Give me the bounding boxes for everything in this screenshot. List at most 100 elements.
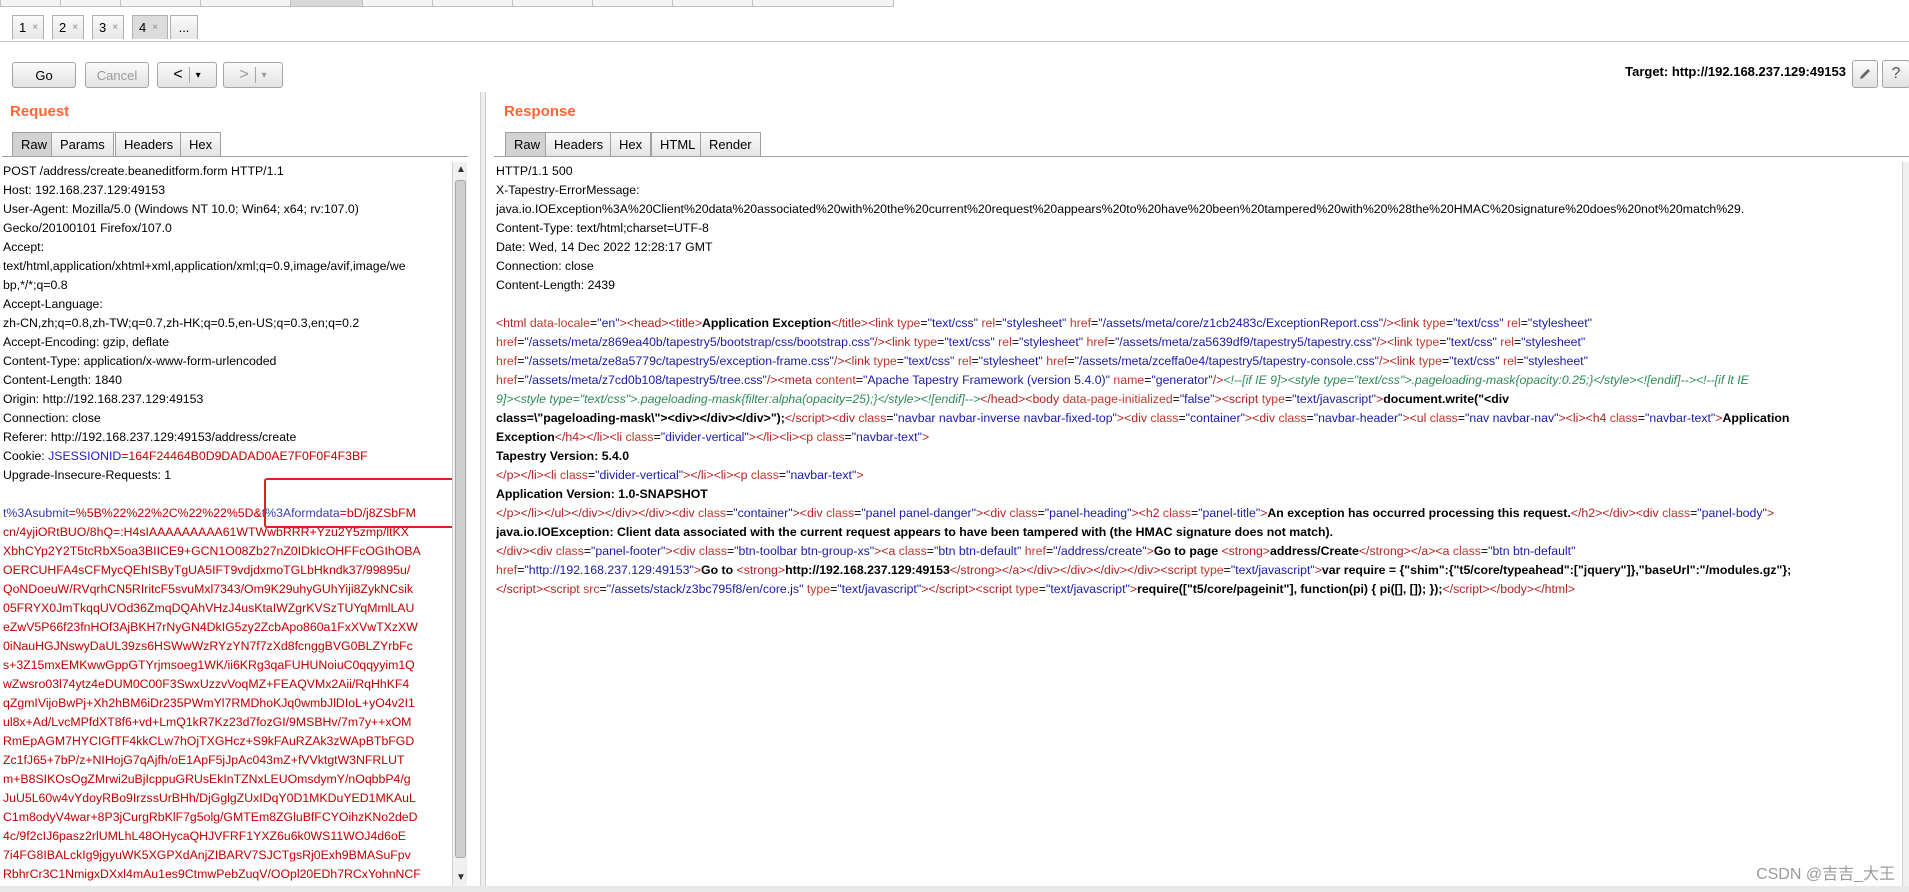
html-line-8: </p></li><li class="divider-vertical"></… [496,468,864,482]
tab-label: 1 [19,20,27,35]
close-icon[interactable]: × [32,22,38,33]
tab-3[interactable]: 3 × [92,15,124,39]
tab-headers[interactable]: Headers [115,132,183,156]
request-body-line: Zc1fJ65+7bP/z+NIHojG7qAjfh/oE1ApF5jJpAc0… [3,753,405,767]
target-label: Target: http://192.168.237.129:49153 [1625,64,1846,79]
top-tab-11[interactable] [752,0,894,7]
scroll-thumb[interactable] [455,180,466,858]
request-line: text/html,application/xhtml+xml,applicat… [3,259,406,273]
forward-arrow-icon: > [239,66,249,83]
top-tab-10[interactable] [672,0,754,7]
bottom-strip [0,886,1909,892]
tab-label: ... [178,20,190,35]
chevron-down-icon: ▾ [195,69,201,81]
go-button[interactable]: Go [12,62,76,88]
cookie-line: Cookie: JSESSIONID=164F24464B0D9DADAD0AE… [3,449,368,463]
cookie-value: =164F24464B0D9DADAD0AE7F0F0F4F3BF [121,449,368,463]
response-tab-underline [494,156,1909,157]
html-line-11: href="http://192.168.237.129:49153">Go t… [496,563,1792,577]
close-icon[interactable]: × [152,22,158,33]
request-line: bp,*/*;q=0.8 [3,278,68,292]
request-body-line: QoNDoeuW/RVqrhCN5RIritcF5svuMxl7343/Om9K… [3,582,414,596]
request-line: zh-CN,zh;q=0.8,zh-TW;q=0.7,zh-HK;q=0.5,e… [3,316,360,330]
top-tab-7[interactable] [432,0,514,7]
tab-hex[interactable]: Hex [610,132,652,156]
edit-target-button[interactable] [1852,60,1878,88]
top-tab-2[interactable] [60,0,122,7]
tab-1[interactable]: 1 × [12,15,44,39]
html-line-2: href="/assets/meta/z869ea40b/tapestry5/b… [496,335,1586,349]
response-header-line: Content-Length: 2439 [496,278,615,292]
request-tab-bar: 1 × 2 × 3 × 4 × ... [0,7,1909,42]
request-body-line: RmEpAGM7HYCIGfTF4kkCLw7hOjTXGHcz+S9kFAuR… [3,734,415,748]
exception-message: java.io.IOException: Client data associa… [496,525,1334,539]
response-header-line: HTTP/1.1 500 [496,164,573,178]
cookie-name: JSESSIONID [48,449,122,463]
tab-more[interactable]: ... [170,15,198,39]
top-strip [0,0,1909,7]
request-scrollbar[interactable]: ▲ ▼ [452,162,467,892]
back-button[interactable]: < ▾ [157,62,217,88]
forward-button[interactable]: > ▾ [223,62,283,88]
html-line-4: href="/assets/meta/z7cd0b108/tapestry5/t… [496,373,1749,387]
top-tab-8[interactable] [512,0,594,7]
tab-label: 2 [59,20,67,35]
app-version: Application Version: 1.0-SNAPSHOT [496,487,708,501]
top-tab-9[interactable] [592,0,674,7]
response-header-line: Connection: close [496,259,594,273]
top-tab-active[interactable] [290,0,364,7]
request-body-line: 05FRYX0JmTkqqUVOd36ZmqDQAhVHzJ4usKtaIWZg… [3,601,415,615]
request-body-line: 7i4FG8IBALckIg9jgyuWK5XGPXdAnjZIBARV7SJC… [3,848,411,862]
top-tab-6[interactable] [362,0,434,7]
request-body-line: eZwV5P66f23fnHOf3AjBKH7rNyGN4DkIG5zy2Zcb… [3,620,418,634]
request-body-line: C1m8odyV4war+8P3jCurgRbKlF7g5olg/GMTEm8Z… [3,810,418,824]
tab-headers[interactable]: Headers [545,132,613,156]
tapestry-version: Tapestry Version: 5.4.0 [496,449,630,463]
request-body-line: wZwsro03l74ytz4eDUM0C00F3SwxUzzvVoqMZ+FE… [3,677,410,691]
top-tab-3[interactable] [120,0,202,7]
top-tab-4[interactable] [200,0,292,7]
request-body-line: ul8x+Ad/LvcMPfdXT8f6+vd+LmQ1kR7Kz23d7foz… [3,715,412,729]
chevron-down-icon: ▾ [261,69,267,81]
back-arrow-icon: < [173,66,183,83]
tab-params[interactable]: Params [51,132,114,156]
html-line-1: <html data-locale="en"><head><title>Appl… [496,316,1592,330]
close-icon[interactable]: × [112,22,118,33]
request-line: Accept: [3,240,45,254]
response-header-line: java.io.IOException%3A%20Client%20data%2… [496,202,1745,216]
scroll-down-icon[interactable]: ▼ [456,872,466,883]
request-body-line: m+B8SIKOsOgZMrwi2uBjIcppuGRUsEkInTZNxLEU… [3,772,411,786]
request-line: Accept-Encoding: gzip, deflate [3,335,170,349]
html-line-5: 9]><style type="text/css">.pageloading-m… [496,392,1509,406]
tab-raw[interactable]: Raw [505,132,550,156]
html-line-12: </script><script src="/assets/stack/z3bc… [496,582,1576,596]
request-line: Referer: http://192.168.237.129:49153/ad… [3,430,297,444]
response-header-line: Date: Wed, 14 Dec 2022 12:28:17 GMT [496,240,713,254]
pane-divider[interactable] [480,92,486,892]
request-line: Origin: http://192.168.237.129:49153 [3,392,204,406]
request-body-line: JuU5L60w4vYdoyRBo9IrzssUrBHh/DjGglgZUxID… [3,791,416,805]
tab-hex[interactable]: Hex [180,132,222,156]
tab-4[interactable]: 4 × [132,15,168,39]
close-icon[interactable]: × [72,22,78,33]
response-title: Response [504,103,576,120]
tab-label: 3 [99,20,107,35]
watermark: CSDN @吉吉_大王 [1756,866,1895,883]
response-editor[interactable]: HTTP/1.1 500 X-Tapestry-ErrorMessage: java… [496,162,1900,892]
tab-html[interactable]: HTML [651,132,705,156]
response-header-line: Content-Type: text/html;charset=UTF-8 [496,221,709,235]
html-line-3: href="/assets/meta/ze8a5779c/tapestry5/e… [496,354,1588,368]
help-button[interactable]: ? [1882,60,1909,88]
html-line-7: Exception</h4></li><li class="divider-ve… [496,430,930,444]
scroll-up-icon[interactable]: ▲ [456,164,466,175]
response-scrollbar[interactable] [1902,162,1909,892]
cancel-button[interactable]: Cancel [85,62,149,88]
html-line-6: class=\"pageloading-mask\"><div></div></… [496,411,1790,425]
tab-render[interactable]: Render [700,132,761,156]
request-line: Content-Type: application/x-www-form-url… [3,354,277,368]
request-line: Gecko/20100101 Firefox/107.0 [3,221,172,235]
tab-raw[interactable]: Raw [12,132,57,156]
tab-2[interactable]: 2 × [52,15,84,39]
top-tab-1[interactable] [0,0,62,7]
request-tab-underline [2,156,468,157]
